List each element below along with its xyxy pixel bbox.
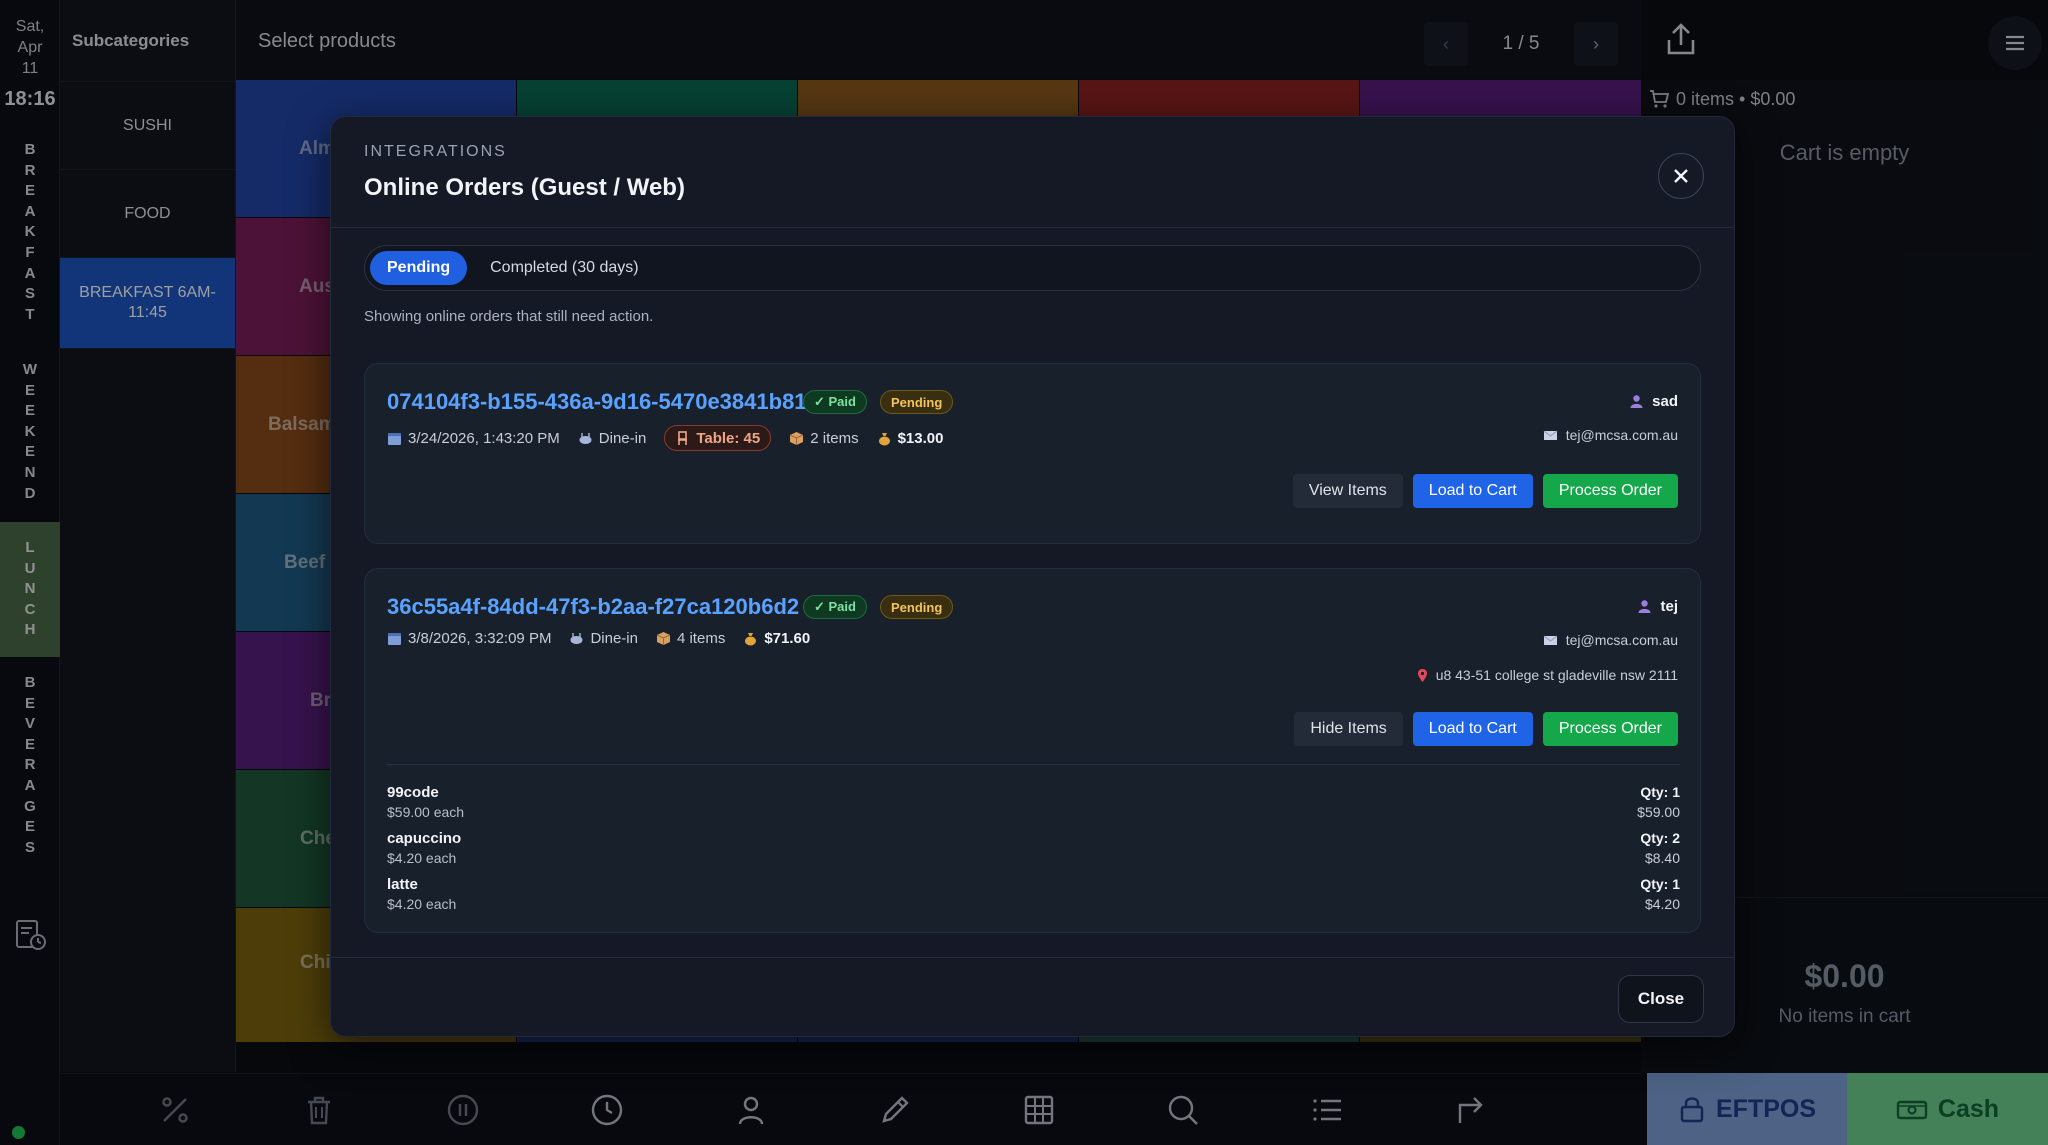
chair-icon	[678, 430, 688, 445]
item-unit-price: $4.20 each	[387, 850, 457, 866]
tab-completed[interactable]: Completed (30 days)	[473, 251, 656, 285]
hide-items-button[interactable]: Hide Items	[1294, 712, 1403, 746]
order-type: Dine-in	[569, 630, 638, 647]
order-item-count-text: 2 items	[810, 429, 859, 447]
order-type-text: Dine-in	[598, 429, 647, 447]
table-chip: Table: 45	[664, 425, 772, 451]
order-email: tej@mcsa.com.au	[1543, 427, 1678, 443]
order-address: u8 43-51 college st gladeville nsw 2111	[1415, 667, 1678, 683]
order-meta: 3/8/2026, 3:32:09 PM Dine-in 4 items $71…	[387, 630, 828, 647]
order-card: 074104f3-b155-436a-9d16-5470e3841b81 ✓ P…	[364, 363, 1701, 544]
mail-icon	[1543, 430, 1558, 440]
view-items-button[interactable]: View Items	[1292, 474, 1403, 508]
order-item-row: 99code $59.00 each Qty: 1 $59.00	[387, 784, 1680, 828]
item-name: capuccino	[387, 830, 462, 847]
order-id[interactable]: 36c55a4f-84dd-47f3-b2aa-f27ca120b6d2	[387, 594, 799, 620]
order-datetime-text: 3/8/2026, 3:32:09 PM	[408, 630, 552, 647]
customer-email: tej@mcsa.com.au	[1565, 632, 1678, 648]
item-unit-price: $4.20 each	[387, 896, 457, 912]
tab-pending[interactable]: Pending	[370, 251, 468, 285]
items-divider	[387, 764, 1680, 765]
order-actions: View Items Load to Cart Process Order	[1292, 474, 1678, 508]
order-status-tabs: Pending Completed (30 days)	[364, 245, 1701, 291]
process-order-button[interactable]: Process Order	[1542, 474, 1678, 508]
order-actions: Hide Items Load to Cart Process Order	[1294, 712, 1678, 746]
order-email: tej@mcsa.com.au	[1543, 632, 1678, 648]
customer-email: tej@mcsa.com.au	[1565, 427, 1678, 443]
table-chip-text: Table: 45	[696, 429, 761, 447]
item-line-total: $4.20	[1644, 896, 1680, 912]
money-bag-icon	[878, 432, 890, 445]
order-total: $13.00	[877, 429, 944, 447]
order-id[interactable]: 074104f3-b155-436a-9d16-5470e3841b81	[387, 389, 807, 415]
item-name: 99code	[387, 784, 439, 801]
item-qty: Qty: 1	[1640, 784, 1680, 800]
modal-eyebrow: INTEGRATIONS	[364, 143, 507, 160]
dine-in-icon	[579, 432, 592, 444]
close-icon	[1674, 169, 1688, 183]
order-datetime: 3/8/2026, 3:32:09 PM	[387, 630, 551, 647]
order-datetime-text: 3/24/2026, 1:43:20 PM	[408, 429, 560, 447]
modal-header-divider	[331, 227, 1734, 228]
load-to-cart-button[interactable]: Load to Cart	[1412, 474, 1533, 508]
status-badge: Pending	[880, 595, 954, 619]
modal-title: Online Orders (Guest / Web)	[364, 174, 685, 201]
status-badge: Pending	[880, 390, 954, 414]
paid-badge: ✓ Paid	[803, 595, 867, 619]
customer-name: tej	[1660, 598, 1678, 615]
order-total: $71.60	[743, 630, 810, 647]
process-order-button[interactable]: Process Order	[1542, 712, 1678, 746]
box-icon	[790, 431, 804, 445]
pos-app: Sat, Apr 11 18:16 BREAKFAST WEEKEND LUNC…	[0, 0, 2048, 1145]
order-item-row: latte $4.20 each Qty: 1 $4.20	[387, 876, 1680, 920]
box-icon	[656, 632, 671, 645]
order-total-text: $13.00	[897, 429, 944, 447]
order-item-count: 2 items	[789, 429, 859, 447]
order-meta: 3/24/2026, 1:43:20 PM Dine-in Table: 45 …	[387, 425, 961, 451]
order-item-row: capuccino $4.20 each Qty: 2 $8.40	[387, 830, 1680, 874]
user-icon	[1630, 395, 1643, 408]
order-item-count: 4 items	[656, 630, 725, 647]
user-icon	[1638, 600, 1651, 613]
item-line-total: $59.00	[1637, 804, 1680, 820]
order-item-count-text: 4 items	[676, 630, 726, 647]
orders-helper-text: Showing online orders that still need ac…	[364, 308, 654, 325]
calendar-icon	[388, 633, 401, 645]
paid-badge: ✓ Paid	[803, 390, 867, 414]
order-card: 36c55a4f-84dd-47f3-b2aa-f27ca120b6d2 ✓ P…	[364, 568, 1701, 933]
item-qty: Qty: 1	[1640, 876, 1680, 892]
modal-footer-divider	[331, 957, 1734, 958]
order-customer: sad	[1629, 393, 1678, 410]
customer-name: sad	[1652, 393, 1678, 410]
order-customer: tej	[1637, 598, 1678, 615]
location-pin-icon	[1417, 668, 1427, 682]
load-to-cart-button[interactable]: Load to Cart	[1412, 712, 1533, 746]
order-type-text: Dine-in	[590, 630, 638, 647]
money-bag-icon	[745, 633, 757, 646]
order-datetime: 3/24/2026, 1:43:20 PM	[387, 430, 560, 447]
dine-in-icon	[570, 633, 583, 644]
modal-close-button[interactable]: Close	[1618, 975, 1704, 1023]
order-total-text: $71.60	[764, 630, 811, 647]
item-unit-price: $59.00 each	[387, 804, 465, 820]
customer-address: u8 43-51 college st gladeville nsw 2111	[1435, 667, 1678, 683]
item-qty: Qty: 2	[1640, 830, 1680, 846]
mail-icon	[1543, 635, 1558, 645]
item-name: latte	[387, 876, 418, 893]
item-line-total: $8.40	[1644, 850, 1680, 866]
order-type: Dine-in	[578, 429, 647, 447]
online-orders-modal: INTEGRATIONS Online Orders (Guest / Web)…	[330, 116, 1735, 1037]
modal-close-x-button[interactable]	[1658, 153, 1704, 199]
calendar-icon	[388, 432, 401, 445]
